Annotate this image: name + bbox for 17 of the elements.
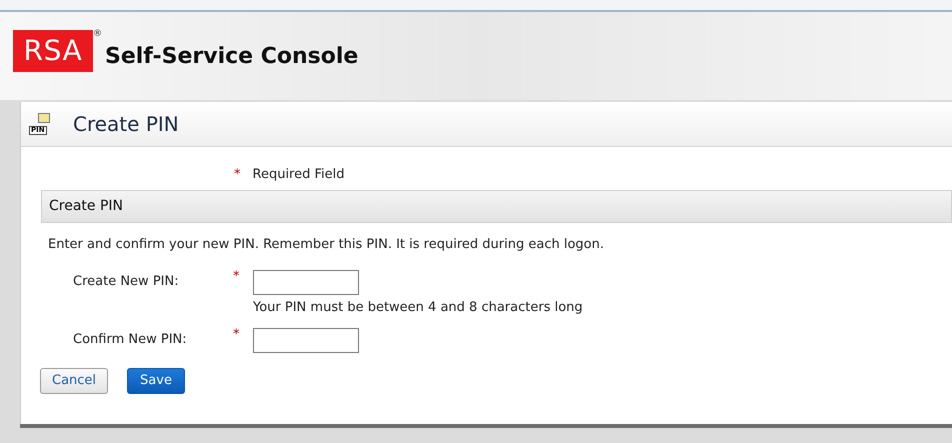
panel-title: Create PIN	[73, 111, 179, 138]
instructions: Enter and confirm your new PIN. Remember this PIN. It is required during each logon.	[48, 236, 605, 254]
app-title: Self-Service Console	[105, 46, 358, 68]
pin-field[interactable]	[253, 328, 359, 352]
cancel-button[interactable]: Cancel	[40, 368, 108, 394]
required-note: Required Field	[252, 166, 344, 184]
field-label: Confirm New PIN:	[72, 330, 188, 348]
required-asterisk: *	[233, 328, 240, 340]
required-asterisk: *	[233, 270, 240, 283]
field-label: Create New PIN:	[72, 273, 180, 291]
pin-field[interactable]	[253, 270, 359, 295]
field-hint: Your PIN must be between 4 and 8 characters long	[253, 299, 583, 317]
section-header: Create PIN	[41, 190, 952, 222]
required-asterisk: *	[234, 166, 240, 184]
registered-mark: ®	[93, 30, 102, 39]
logo: RSA	[13, 30, 93, 72]
save-button[interactable]: Save	[127, 368, 185, 394]
